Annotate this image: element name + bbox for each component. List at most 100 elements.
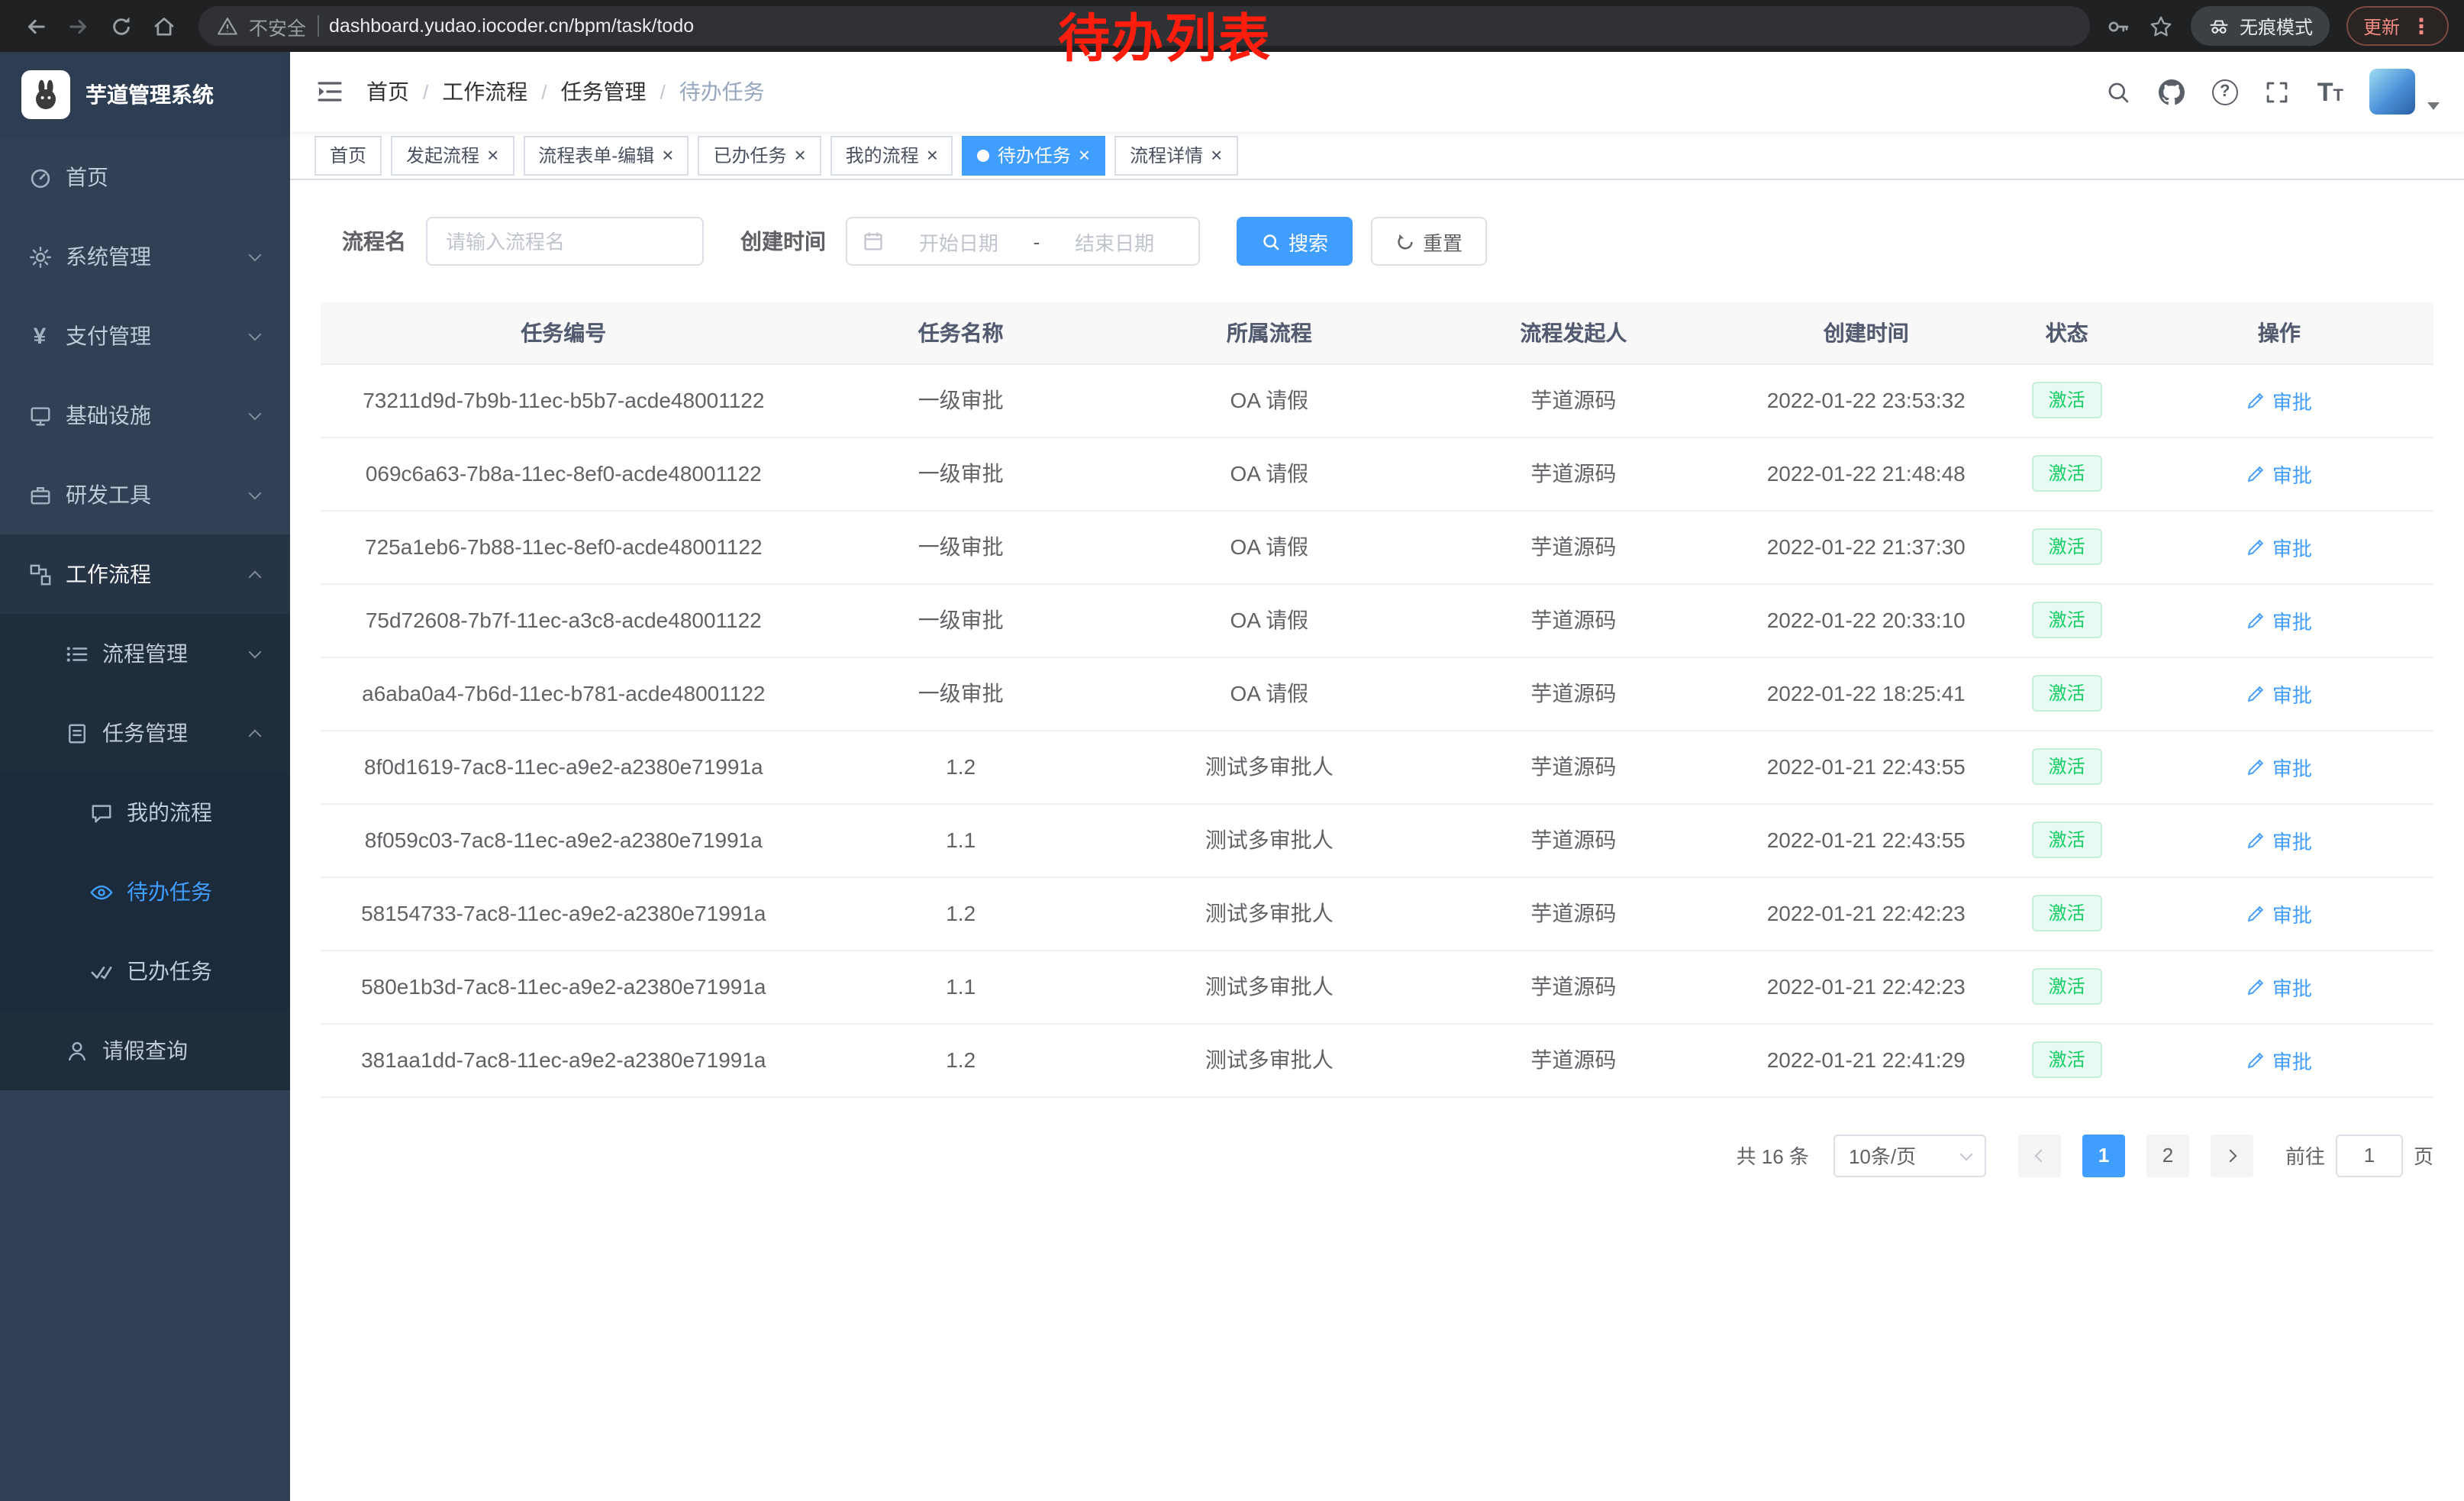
home-icon[interactable]: [144, 6, 183, 46]
column-header: 状态: [2009, 302, 2125, 363]
sidebar-item-leave-query[interactable]: 请假查询: [0, 1011, 290, 1090]
screen: 待办列表 不安全 dashboard.yudao.iocoder.cn/bpm/…: [0, 0, 2464, 1501]
breadcrumb-item[interactable]: 任务管理: [561, 76, 647, 107]
tab-my-process[interactable]: 我的流程 ×: [830, 135, 953, 175]
goto-page-input[interactable]: [2336, 1134, 2403, 1177]
security-label: 不安全: [249, 11, 306, 40]
task-process: 测试多审批人: [1115, 950, 1424, 1023]
sidebar-item-workflow[interactable]: 工作流程: [0, 534, 290, 614]
close-icon[interactable]: ×: [662, 145, 673, 165]
avatar[interactable]: [2369, 69, 2415, 115]
menu-kebab-icon[interactable]: ⋮: [2411, 15, 2432, 37]
approve-link[interactable]: 审批: [2246, 532, 2312, 561]
page-number-2[interactable]: 2: [2146, 1134, 2189, 1177]
sidebar-item-home[interactable]: 首页: [0, 137, 290, 217]
github-icon[interactable]: [2159, 78, 2186, 105]
task-id: a6aba0a4-7b6d-11ec-b781-acde48001122: [321, 657, 807, 730]
pagination: 共 16 条 10条/页 1 2 前往 页: [321, 1134, 2433, 1177]
eye-icon: [89, 880, 113, 904]
sidebar-item-infrastructure[interactable]: 基础设施: [0, 376, 290, 455]
process-name-input[interactable]: [426, 217, 704, 266]
approve-link[interactable]: 审批: [2246, 972, 2312, 1001]
task-created: 2022-01-21 22:43:55: [1724, 803, 2009, 876]
approve-link[interactable]: 审批: [2246, 386, 2312, 415]
dashboard-icon: [27, 165, 52, 189]
sidebar-item-todo-tasks[interactable]: 待办任务: [0, 852, 290, 931]
sidebar-item-done-tasks[interactable]: 已办任务: [0, 931, 290, 1011]
sidebar-item-system-management[interactable]: 系统管理: [0, 217, 290, 296]
sidebar-item-payment[interactable]: ¥ 支付管理: [0, 296, 290, 376]
font-size-icon[interactable]: TT: [2317, 79, 2343, 105]
create-time-label: 创建时间: [740, 226, 826, 257]
next-page-button[interactable]: [2211, 1134, 2253, 1177]
edit-icon: [2246, 683, 2266, 703]
table-row: a6aba0a4-7b6d-11ec-b781-acde48001122 一级审…: [321, 657, 2433, 730]
page-size-select[interactable]: 10条/页: [1833, 1134, 1986, 1177]
app-logo[interactable]: 芋道管理系统: [0, 52, 290, 137]
approve-link[interactable]: 审批: [2246, 1045, 2312, 1074]
sidebar-toggle[interactable]: [314, 76, 345, 107]
chevron-down-icon: [249, 646, 262, 659]
tab-bar: 首页 发起流程 × 流程表单-编辑 × 已办任务 × 我的流程 ×: [290, 131, 2464, 180]
yen-icon: ¥: [27, 324, 52, 348]
task-starter: 芋道源码: [1424, 730, 1724, 803]
breadcrumb-item[interactable]: 首页: [366, 76, 409, 107]
tab-todo-tasks[interactable]: 待办任务 ×: [963, 135, 1105, 175]
prev-page-button[interactable]: [2018, 1134, 2061, 1177]
close-icon[interactable]: ×: [487, 145, 498, 165]
chevron-left-icon: [2034, 1149, 2047, 1162]
task-name: 一级审批: [807, 657, 1115, 730]
column-header: 任务名称: [807, 302, 1115, 363]
help-icon[interactable]: ?: [2212, 79, 2238, 105]
star-icon[interactable]: [2148, 13, 2174, 39]
key-icon[interactable]: [2105, 13, 2131, 39]
column-header: 任务编号: [321, 302, 807, 363]
reload-icon[interactable]: [101, 6, 140, 46]
approve-link[interactable]: 审批: [2246, 899, 2312, 928]
task-name: 1.2: [807, 1023, 1115, 1096]
approve-link[interactable]: 审批: [2246, 459, 2312, 488]
approve-link[interactable]: 审批: [2246, 605, 2312, 634]
sidebar-item-dev-tools[interactable]: 研发工具: [0, 455, 290, 534]
tab-done-tasks[interactable]: 已办任务 ×: [698, 135, 821, 175]
table-row: 73211d9d-7b9b-11ec-b5b7-acde48001122 一级审…: [321, 363, 2433, 437]
list-icon: [64, 641, 89, 666]
edit-icon: [2246, 976, 2266, 996]
table-row: 8f059c03-7ac8-11ec-a9e2-a2380e71991a 1.1…: [321, 803, 2433, 876]
approve-link[interactable]: 审批: [2246, 752, 2312, 781]
close-icon[interactable]: ×: [794, 145, 805, 165]
page-number-1[interactable]: 1: [2082, 1134, 2125, 1177]
goto-suffix: 页: [2414, 1141, 2433, 1170]
breadcrumb-item[interactable]: 工作流程: [442, 76, 527, 107]
close-icon[interactable]: ×: [1211, 145, 1222, 165]
tab-home[interactable]: 首页: [314, 135, 382, 175]
search-icon[interactable]: [2105, 78, 2133, 105]
tab-process-detail[interactable]: 流程详情 ×: [1114, 135, 1237, 175]
back-icon[interactable]: [15, 6, 55, 46]
task-id: 580e1b3d-7ac8-11ec-a9e2-a2380e71991a: [321, 950, 807, 1023]
task-name: 1.1: [807, 803, 1115, 876]
approve-link[interactable]: 审批: [2246, 679, 2312, 708]
app-title: 芋道管理系统: [85, 79, 214, 110]
tab-start-process[interactable]: 发起流程 ×: [391, 135, 514, 175]
chevron-up-icon: [249, 729, 262, 742]
task-created: 2022-01-22 20:33:10: [1724, 583, 2009, 657]
update-button[interactable]: 更新 ⋮: [2346, 6, 2449, 46]
sidebar-item-process-management[interactable]: 流程管理: [0, 614, 290, 693]
close-icon[interactable]: ×: [1079, 145, 1090, 165]
date-range-picker[interactable]: 开始日期 - 结束日期: [846, 217, 1200, 266]
search-button[interactable]: 搜索: [1237, 217, 1353, 266]
sidebar-item-task-management[interactable]: 任务管理: [0, 693, 290, 773]
forward-icon[interactable]: [58, 6, 98, 46]
sidebar-item-my-process[interactable]: 我的流程: [0, 773, 290, 852]
fullscreen-icon[interactable]: [2264, 78, 2291, 105]
task-starter: 芋道源码: [1424, 437, 1724, 510]
approve-link[interactable]: 审批: [2246, 825, 2312, 854]
task-process: OA 请假: [1115, 510, 1424, 583]
column-header: 所属流程: [1115, 302, 1424, 363]
close-icon[interactable]: ×: [927, 145, 938, 165]
task-id: 381aa1dd-7ac8-11ec-a9e2-a2380e71991a: [321, 1023, 807, 1096]
reset-button[interactable]: 重置: [1371, 217, 1487, 266]
tab-process-form-edit[interactable]: 流程表单-编辑 ×: [523, 135, 689, 175]
breadcrumb-separator: /: [660, 80, 666, 103]
